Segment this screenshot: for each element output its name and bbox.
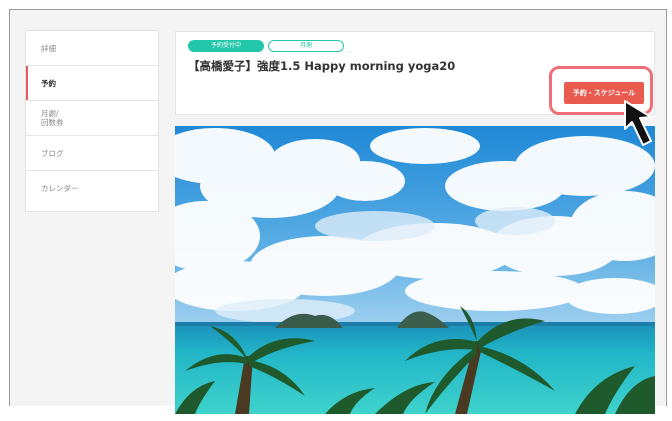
status-badge: 予約受付中	[188, 40, 264, 52]
sidebar-item-details[interactable]: 詳細	[26, 31, 158, 66]
sidebar-item-calendar[interactable]: カレンダー	[26, 171, 158, 206]
sidebar-item-label: 詳細	[41, 43, 56, 53]
sidebar-item-monthly-tickets[interactable]: 月謝/ 回数券	[26, 101, 158, 136]
sidebar-item-label-line2: 回数券	[41, 118, 64, 127]
type-badge: 月謝	[268, 40, 344, 52]
sidebar-item-label: ブログ	[41, 148, 64, 158]
sidebar-item-label: 予約	[41, 78, 56, 88]
sidebar-item-label: カレンダー	[41, 184, 79, 193]
sidebar-item-label-line1: 月謝/	[41, 109, 59, 118]
lesson-title: 【高橋愛子】強度1.5 Happy morning yoga20	[188, 59, 456, 73]
lesson-hero-image	[175, 126, 655, 414]
beach-scene-image	[175, 126, 655, 414]
sidebar-item-reservation[interactable]: 予約	[26, 66, 158, 101]
sidebar: 詳細 予約 月謝/ 回数券 ブログ カレンダー	[25, 30, 159, 212]
sidebar-item-blog[interactable]: ブログ	[26, 136, 158, 171]
sidebar-item-label: 月謝/ 回数券	[41, 109, 64, 127]
arrow-pointer-icon	[624, 100, 652, 146]
